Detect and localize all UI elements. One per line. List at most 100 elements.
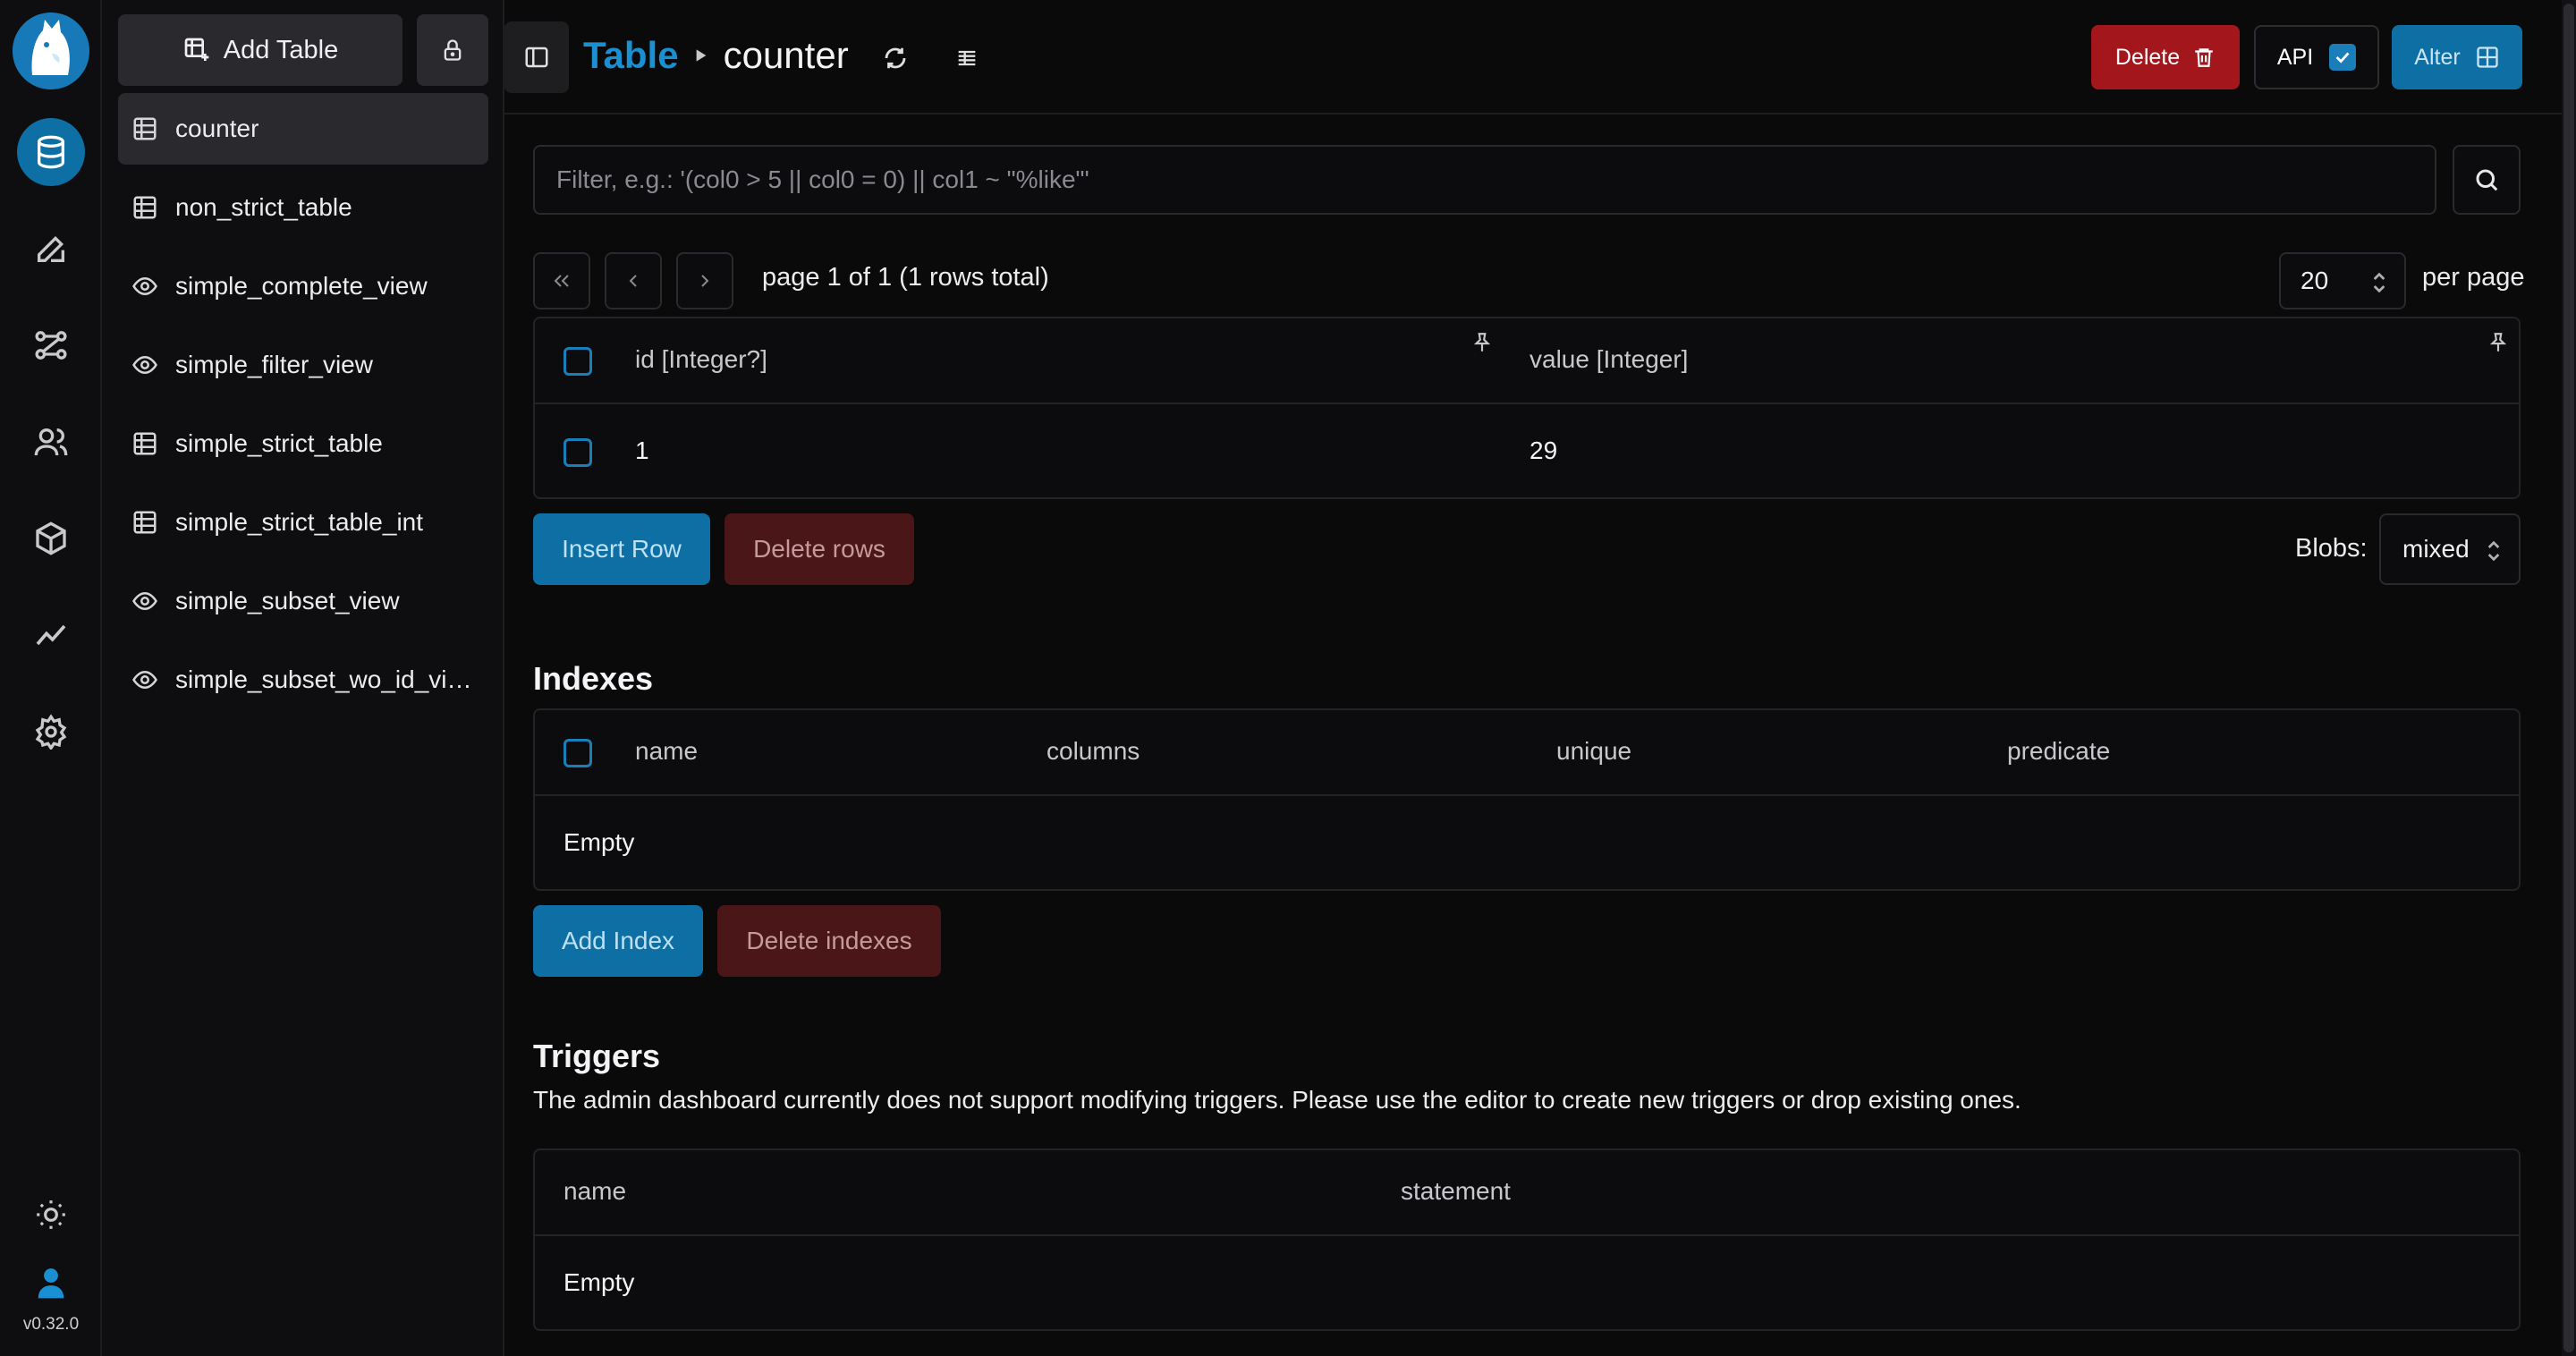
add-table-icon — [182, 36, 211, 64]
alter-table-button[interactable]: Alter — [2392, 25, 2522, 89]
filter-placeholder: Filter, e.g.: '(col0 > 5 || col0 = 0) ||… — [556, 165, 1089, 193]
sidebar-item-label: simple_subset_view — [175, 587, 400, 614]
column-header-predicate: predicate — [2007, 737, 2111, 765]
sidebar-item-label: non_strict_table — [175, 193, 352, 221]
chevron-left-icon — [623, 270, 644, 292]
alter-label: Alter — [2414, 44, 2461, 70]
delete-rows-label: Delete rows — [753, 535, 886, 563]
column-header-statement: statement — [1401, 1177, 1511, 1205]
next-page-button[interactable] — [676, 252, 733, 309]
chevron-right-icon — [694, 270, 716, 292]
empty-state: Empty — [564, 828, 635, 856]
page-size-value: 20 — [2301, 267, 2329, 294]
scrollbar-thumb[interactable] — [2563, 4, 2574, 1352]
breadcrumb: Table counter — [583, 30, 849, 81]
sidebar-item-simple-strict-table-int[interactable]: simple_strict_table_int — [118, 487, 488, 558]
sidebar-item-simple-complete-view[interactable]: simple_complete_view — [118, 250, 488, 322]
cell-value[interactable]: 29 — [1530, 436, 1557, 465]
updown-chevron-icon — [2372, 272, 2386, 293]
triggers-table: name statement Empty — [533, 1148, 2521, 1331]
column-header-unique: unique — [1556, 737, 1632, 765]
metrics-icon[interactable] — [17, 601, 85, 669]
sidebar-item-simple-subset-wo-id-view[interactable]: simple_subset_wo_id_vi… — [118, 644, 488, 716]
sidebar-toggle-icon — [523, 44, 550, 71]
api-checkbox-icon[interactable] — [2329, 44, 2357, 71]
api-label: API — [2276, 44, 2314, 70]
delete-indexes-button[interactable]: Delete indexes — [717, 905, 941, 977]
row-checkbox[interactable] — [564, 438, 592, 467]
settings-icon[interactable] — [17, 698, 85, 766]
indexes-heading: Indexes — [533, 660, 654, 697]
package-icon[interactable] — [17, 504, 85, 572]
delete-rows-button[interactable]: Delete rows — [724, 513, 914, 585]
add-table-button[interactable]: Add Table — [118, 14, 402, 86]
column-header-id[interactable]: id [Integer?] — [635, 345, 767, 374]
pagination-status: page 1 of 1 (1 rows total) — [762, 263, 1049, 292]
table-icon — [129, 509, 161, 536]
insert-row-button[interactable]: Insert Row — [533, 513, 710, 585]
table-icon — [129, 430, 161, 457]
api-toggle-button[interactable]: API — [2254, 25, 2379, 89]
sidebar-item-simple-strict-table[interactable]: simple_strict_table — [118, 408, 488, 479]
delete-table-label: Delete — [2114, 44, 2181, 70]
triggers-heading: Triggers — [533, 1038, 661, 1074]
schema-graph-icon[interactable] — [17, 311, 85, 379]
lock-button[interactable] — [417, 14, 488, 86]
toggle-sidebar-button[interactable] — [504, 21, 569, 93]
pin-icon[interactable] — [1470, 331, 1494, 354]
filter-input[interactable]: Filter, e.g.: '(col0 > 5 || col0 = 0) ||… — [533, 145, 2436, 215]
search-button[interactable] — [2453, 145, 2521, 215]
table-sidebar: Add Table counter non_strict_table simpl… — [102, 0, 504, 1356]
edit-icon[interactable] — [17, 215, 85, 283]
row-divider — [535, 1234, 2519, 1236]
add-table-label: Add Table — [223, 35, 339, 64]
sidebar-item-counter[interactable]: counter — [118, 93, 488, 165]
table-icon — [129, 115, 161, 142]
refresh-button[interactable] — [873, 36, 918, 81]
delete-indexes-label: Delete indexes — [746, 927, 912, 954]
prev-page-button[interactable] — [605, 252, 662, 309]
pin-icon[interactable] — [2487, 331, 2510, 354]
blobs-label: Blobs: — [2295, 534, 2368, 563]
column-header-value[interactable]: value [Integer] — [1530, 345, 1688, 374]
column-list-icon — [954, 46, 979, 71]
page-size-select[interactable]: 20 — [2279, 252, 2406, 309]
sidebar-item-label: simple_filter_view — [175, 351, 373, 378]
sidebar-item-simple-filter-view[interactable]: simple_filter_view — [118, 329, 488, 401]
columns-button[interactable] — [945, 36, 989, 81]
users-icon[interactable] — [17, 408, 85, 476]
cell-id[interactable]: 1 — [635, 436, 649, 465]
row-divider — [535, 794, 2519, 796]
sidebar-item-simple-subset-view[interactable]: simple_subset_view — [118, 565, 488, 637]
select-all-checkbox[interactable] — [564, 347, 592, 376]
blobs-select[interactable]: mixed — [2379, 513, 2521, 585]
column-header-name: name — [635, 737, 699, 765]
add-index-label: Add Index — [561, 927, 675, 954]
app-logo[interactable] — [13, 13, 89, 89]
indexes-table: name columns unique predicate Empty — [533, 708, 2521, 891]
nav-rail: v0.32.0 — [0, 0, 102, 1356]
version-label: v0.32.0 — [22, 1315, 80, 1334]
eye-icon — [129, 588, 161, 614]
page-header: Table counter Delete API Alter — [504, 0, 2562, 114]
breadcrumb-section[interactable]: Table — [583, 34, 679, 77]
user-icon[interactable] — [17, 1249, 85, 1317]
breadcrumb-separator-icon — [695, 48, 708, 63]
delete-table-button[interactable]: Delete — [2091, 25, 2240, 89]
sidebar-item-label: simple_complete_view — [175, 272, 428, 300]
eye-icon — [129, 352, 161, 378]
table-row[interactable]: 1 29 — [535, 404, 2519, 497]
database-icon[interactable] — [17, 118, 85, 186]
first-page-button[interactable] — [533, 252, 590, 309]
per-page-label: per page — [2422, 263, 2525, 292]
add-index-button[interactable]: Add Index — [533, 905, 703, 977]
page-title: counter — [723, 34, 849, 76]
column-header-name: name — [564, 1177, 627, 1205]
lock-icon — [440, 38, 465, 63]
sidebar-item-non-strict-table[interactable]: non_strict_table — [118, 172, 488, 243]
theme-toggle-icon[interactable] — [17, 1181, 85, 1249]
select-all-indexes-checkbox[interactable] — [564, 739, 592, 767]
insert-row-label: Insert Row — [562, 535, 682, 563]
search-icon — [2473, 166, 2500, 193]
sidebar-item-label: simple_strict_table_int — [175, 508, 424, 536]
